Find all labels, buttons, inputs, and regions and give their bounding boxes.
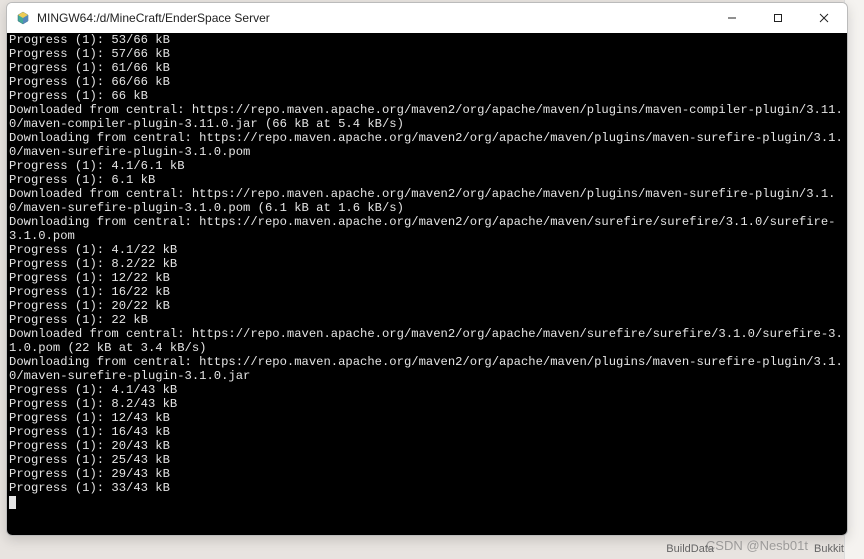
terminal-window: MINGW64:/d/MineCraft/EnderSpace Server P…	[6, 2, 848, 536]
terminal-line: Progress (1): 8.2/43 kB	[9, 397, 845, 411]
terminal-line: Progress (1): 57/66 kB	[9, 47, 845, 61]
terminal-line: Progress (1): 66/66 kB	[9, 75, 845, 89]
terminal-line: Progress (1): 25/43 kB	[9, 453, 845, 467]
close-button[interactable]	[801, 3, 847, 33]
terminal-line: Progress (1): 29/43 kB	[9, 467, 845, 481]
terminal-line: Progress (1): 4.1/6.1 kB	[9, 159, 845, 173]
window-title: MINGW64:/d/MineCraft/EnderSpace Server	[37, 11, 709, 25]
terminal-line: Progress (1): 16/43 kB	[9, 425, 845, 439]
terminal-cursor	[9, 496, 16, 509]
terminal-line: Downloaded from central: https://repo.ma…	[9, 327, 845, 355]
terminal-line: Downloading from central: https://repo.m…	[9, 215, 845, 243]
watermark-text: CSDN @Nesb01t	[706, 538, 808, 553]
terminal-line: Progress (1): 53/66 kB	[9, 33, 845, 47]
terminal-line: Downloaded from central: https://repo.ma…	[9, 103, 845, 131]
terminal-line: Downloading from central: https://repo.m…	[9, 131, 845, 159]
terminal-line: Progress (1): 12/22 kB	[9, 271, 845, 285]
terminal-line: Progress (1): 20/43 kB	[9, 439, 845, 453]
terminal-line: Downloading from central: https://repo.m…	[9, 355, 845, 383]
terminal-line: Progress (1): 33/43 kB	[9, 481, 845, 495]
terminal-line: Progress (1): 66 kB	[9, 89, 845, 103]
background-label: Bukkit	[814, 543, 844, 555]
terminal-line: Progress (1): 12/43 kB	[9, 411, 845, 425]
maximize-button[interactable]	[755, 3, 801, 33]
terminal-body[interactable]: Progress (1): 53/66 kBProgress (1): 57/6…	[7, 33, 847, 535]
terminal-line: Downloaded from central: https://repo.ma…	[9, 187, 845, 215]
terminal-line: Progress (1): 61/66 kB	[9, 61, 845, 75]
terminal-line: Progress (1): 4.1/43 kB	[9, 383, 845, 397]
titlebar[interactable]: MINGW64:/d/MineCraft/EnderSpace Server	[7, 3, 847, 33]
terminal-line: Progress (1): 20/22 kB	[9, 299, 845, 313]
minimize-button[interactable]	[709, 3, 755, 33]
app-icon	[15, 10, 31, 26]
terminal-line: Progress (1): 4.1/22 kB	[9, 243, 845, 257]
terminal-line: Progress (1): 16/22 kB	[9, 285, 845, 299]
terminal-line: Progress (1): 22 kB	[9, 313, 845, 327]
terminal-line: Progress (1): 6.1 kB	[9, 173, 845, 187]
terminal-line: Progress (1): 8.2/22 kB	[9, 257, 845, 271]
